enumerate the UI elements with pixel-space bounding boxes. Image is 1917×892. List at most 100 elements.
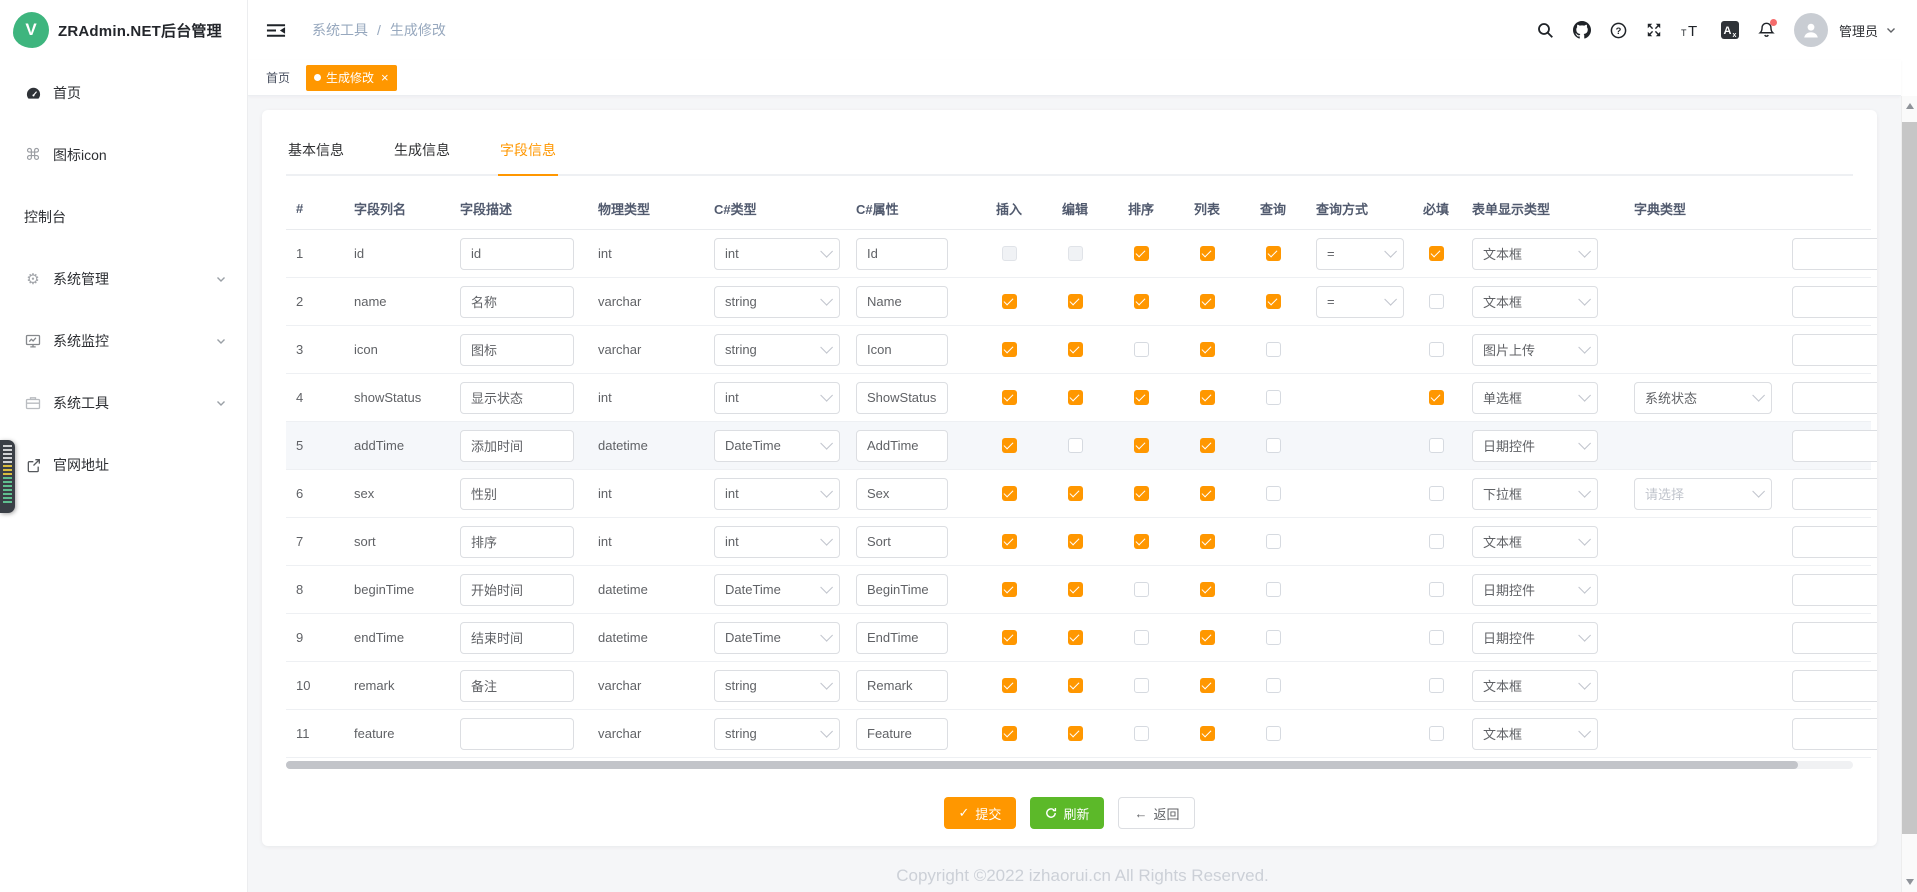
insert-checkbox[interactable] (1002, 438, 1017, 453)
required-checkbox[interactable] (1429, 294, 1444, 309)
dict-type-select[interactable]: 请选择 (1634, 478, 1772, 510)
extra-input[interactable] (1792, 382, 1877, 414)
cs-type-select[interactable]: int (714, 526, 840, 558)
menu-fold-icon[interactable] (266, 22, 286, 39)
tag-close-icon[interactable]: × (381, 70, 389, 85)
cs-property-input[interactable]: Feature (856, 718, 948, 750)
required-checkbox[interactable] (1429, 678, 1444, 693)
display-type-select[interactable]: 日期控件 (1472, 574, 1598, 606)
query-checkbox[interactable] (1266, 486, 1281, 501)
sidebar-item-system-monitor[interactable]: 系统监控 (0, 310, 247, 372)
list-checkbox[interactable] (1200, 630, 1215, 645)
user-name[interactable]: 管理员 (1839, 21, 1878, 40)
translate-icon[interactable]: Ax (1721, 21, 1739, 39)
tab-basic-info[interactable]: 基本信息 (286, 136, 346, 174)
list-checkbox[interactable] (1200, 390, 1215, 405)
display-type-select[interactable]: 图片上传 (1472, 334, 1598, 366)
column-desc-input[interactable]: 开始时间 (460, 574, 574, 606)
breadcrumb-item[interactable]: 系统工具 (312, 20, 368, 40)
extra-input[interactable] (1792, 238, 1877, 270)
display-type-select[interactable]: 日期控件 (1472, 430, 1598, 462)
sidebar-item-system-management[interactable]: ⚙系统管理 (0, 248, 247, 310)
tab-generate-info[interactable]: 生成信息 (392, 136, 452, 174)
display-type-select[interactable]: 日期控件 (1472, 622, 1598, 654)
insert-checkbox[interactable] (1002, 294, 1017, 309)
display-type-select[interactable]: 文本框 (1472, 238, 1598, 270)
sort-checkbox[interactable] (1134, 342, 1149, 357)
sort-checkbox[interactable] (1134, 390, 1149, 405)
required-checkbox[interactable] (1429, 390, 1444, 405)
display-type-select[interactable]: 下拉框 (1472, 478, 1598, 510)
column-desc-input[interactable] (460, 718, 574, 750)
extra-input[interactable] (1792, 526, 1877, 558)
chevron-down-icon[interactable] (1885, 24, 1897, 36)
edit-checkbox[interactable] (1068, 726, 1083, 741)
required-checkbox[interactable] (1429, 246, 1444, 261)
sort-checkbox[interactable] (1134, 582, 1149, 597)
list-checkbox[interactable] (1200, 726, 1215, 741)
column-desc-input[interactable]: 图标 (460, 334, 574, 366)
sidebar-item-console[interactable]: 控制台 (0, 186, 247, 248)
sort-checkbox[interactable] (1134, 438, 1149, 453)
query-checkbox[interactable] (1266, 294, 1281, 309)
cs-property-input[interactable]: Sort (856, 526, 948, 558)
query-checkbox[interactable] (1266, 390, 1281, 405)
query-type-select[interactable]: = (1316, 238, 1404, 270)
submit-button[interactable]: ✓ 提交 (944, 797, 1017, 829)
column-desc-input[interactable]: 性别 (460, 478, 574, 510)
required-checkbox[interactable] (1429, 342, 1444, 357)
cs-type-select[interactable]: DateTime (714, 622, 840, 654)
scroll-up-arrow[interactable] (1906, 103, 1914, 109)
sort-checkbox[interactable] (1134, 246, 1149, 261)
extra-input[interactable] (1792, 430, 1877, 462)
column-desc-input[interactable]: 名称 (460, 286, 574, 318)
display-type-select[interactable]: 单选框 (1472, 382, 1598, 414)
required-checkbox[interactable] (1429, 582, 1444, 597)
query-checkbox[interactable] (1266, 726, 1281, 741)
horizontal-scrollbar-thumb[interactable] (286, 761, 1798, 769)
required-checkbox[interactable] (1429, 486, 1444, 501)
insert-checkbox[interactable] (1002, 678, 1017, 693)
list-checkbox[interactable] (1200, 582, 1215, 597)
extra-input[interactable] (1792, 478, 1877, 510)
insert-checkbox[interactable] (1002, 582, 1017, 597)
extra-input[interactable] (1792, 718, 1877, 750)
required-checkbox[interactable] (1429, 630, 1444, 645)
sort-checkbox[interactable] (1134, 486, 1149, 501)
cs-type-select[interactable]: string (714, 670, 840, 702)
required-checkbox[interactable] (1429, 534, 1444, 549)
back-button[interactable]: ← 返回 (1118, 797, 1195, 829)
sidebar-item-home[interactable]: 首页 (0, 62, 247, 124)
column-desc-input[interactable]: id (460, 238, 574, 270)
list-checkbox[interactable] (1200, 534, 1215, 549)
sort-checkbox[interactable] (1134, 726, 1149, 741)
edit-checkbox[interactable] (1068, 438, 1083, 453)
refresh-button[interactable]: 刷新 (1030, 797, 1104, 829)
insert-checkbox[interactable] (1002, 390, 1017, 405)
query-checkbox[interactable] (1266, 246, 1281, 261)
github-icon[interactable] (1573, 21, 1591, 39)
list-checkbox[interactable] (1200, 294, 1215, 309)
scroll-down-arrow[interactable] (1906, 879, 1914, 885)
insert-checkbox[interactable] (1002, 342, 1017, 357)
tag-active[interactable]: 生成修改× (306, 65, 397, 91)
sort-checkbox[interactable] (1134, 630, 1149, 645)
cs-type-select[interactable]: int (714, 382, 840, 414)
required-checkbox[interactable] (1429, 438, 1444, 453)
display-type-select[interactable]: 文本框 (1472, 670, 1598, 702)
list-checkbox[interactable] (1200, 678, 1215, 693)
sidebar-item-system-tools[interactable]: 系统工具 (0, 372, 247, 434)
insert-checkbox[interactable] (1002, 726, 1017, 741)
cs-property-input[interactable]: Icon (856, 334, 948, 366)
edit-checkbox[interactable] (1068, 630, 1083, 645)
search-icon[interactable] (1537, 22, 1554, 39)
edit-checkbox[interactable] (1068, 486, 1083, 501)
vertical-scrollbar[interactable] (1901, 96, 1917, 892)
column-desc-input[interactable]: 排序 (460, 526, 574, 558)
column-desc-input[interactable]: 备注 (460, 670, 574, 702)
query-checkbox[interactable] (1266, 582, 1281, 597)
extra-input[interactable] (1792, 334, 1877, 366)
display-type-select[interactable]: 文本框 (1472, 526, 1598, 558)
cs-type-select[interactable]: DateTime (714, 430, 840, 462)
cs-type-select[interactable]: string (714, 334, 840, 366)
